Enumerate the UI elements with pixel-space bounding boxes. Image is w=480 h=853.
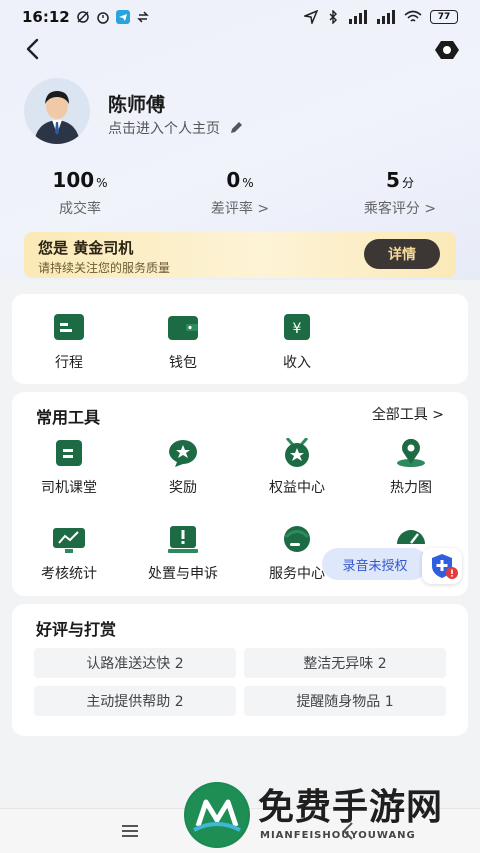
wallet-icon xyxy=(168,316,198,340)
classroom-icon xyxy=(56,440,82,466)
tool-heatmap[interactable]: 热力图 xyxy=(354,438,468,524)
avatar[interactable] xyxy=(24,78,90,144)
back-arrow-icon[interactable] xyxy=(20,36,46,62)
heatmap-icon xyxy=(397,438,425,467)
sync-icon xyxy=(136,11,149,23)
bluetooth-icon xyxy=(329,10,337,24)
gold-banner-title: 您是 黄金司机 xyxy=(38,239,134,257)
profile-link[interactable]: 点击进入个人主页 xyxy=(108,118,244,138)
battery-indicator: 77 xyxy=(430,10,458,24)
all-tools-link[interactable]: 全部工具 > xyxy=(372,404,444,424)
service-icon xyxy=(284,526,310,552)
assessment-icon xyxy=(53,528,85,553)
watermark-logo-icon xyxy=(184,782,250,848)
tool-assessment-stats[interactable]: 考核统计 xyxy=(12,524,126,610)
gold-driver-banner: 您是 黄金司机 请持续关注您的服务质量 详情 xyxy=(24,232,456,278)
telegram-icon xyxy=(115,10,130,24)
stat-bad-review-rate[interactable]: 0% 差评率 > xyxy=(160,168,320,218)
stat-label: 差评率 > xyxy=(210,201,270,217)
review-tag: 提醒随身物品 1 xyxy=(244,686,446,716)
quick-action-wallet[interactable]: 钱包 xyxy=(126,312,240,372)
shield-icon xyxy=(432,554,458,579)
safety-shield-button[interactable] xyxy=(422,548,462,584)
tools-title: 常用工具 xyxy=(36,408,101,427)
top-nav xyxy=(0,34,480,64)
profile-section[interactable]: 陈师傅 点击进入个人主页 xyxy=(24,78,464,144)
review-tag: 认路准送达快 2 xyxy=(34,648,236,678)
income-icon: ¥ xyxy=(284,314,310,340)
stat-label: 成交率 xyxy=(59,201,101,217)
cell-signal-2-icon xyxy=(377,10,395,24)
stat-label: 乘客评分 > xyxy=(363,201,437,217)
location-icon xyxy=(304,10,318,24)
reward-icon xyxy=(169,440,197,467)
edit-pencil-icon xyxy=(231,122,242,133)
cell-signal-icon xyxy=(349,10,367,24)
wifi-icon xyxy=(404,10,422,22)
quick-action-itinerary[interactable]: 行程 xyxy=(12,312,126,372)
tool-disposal-appeal[interactable]: 处置与申诉 xyxy=(126,524,240,610)
reviews-title: 好评与打赏 xyxy=(36,620,117,639)
watermark-text: 免费手游网 xyxy=(258,787,444,828)
tool-driver-classroom[interactable]: 司机课堂 xyxy=(12,438,126,524)
stat-passenger-rating[interactable]: 5分 乘客评分 > xyxy=(320,168,480,218)
profile-link-label: 点击进入个人主页 xyxy=(108,121,220,137)
menu-icon[interactable] xyxy=(120,823,140,839)
status-time: 16:12 xyxy=(22,8,70,26)
appeal-icon xyxy=(168,526,198,553)
gold-banner-subtitle: 请持续关注您的服务质量 xyxy=(38,261,171,275)
svg-text:¥: ¥ xyxy=(293,321,302,337)
watermark-subtext: MIANFEISHOUYOUWANG xyxy=(260,830,416,841)
details-button[interactable]: 详情 xyxy=(364,239,440,269)
stats-row: 100% 成交率 0% 差评率 > 5分 乘客评分 > xyxy=(0,168,480,218)
quick-actions-card: 行程 钱包 ¥ 收入 xyxy=(12,294,468,384)
status-bar: 16:12 77 xyxy=(0,0,480,34)
review-tag: 主动提供帮助 2 xyxy=(34,686,236,716)
alarm-icon xyxy=(97,12,109,24)
settings-hex-icon[interactable] xyxy=(434,37,460,63)
quick-action-income[interactable]: ¥ 收入 xyxy=(240,312,354,372)
recording-unauthorized-chip[interactable]: 录音未授权 xyxy=(322,548,428,580)
reviews-card: 好评与打赏 认路准送达快 2 整洁无异味 2 主动提供帮助 2 提醒随身物品 1 xyxy=(12,604,468,736)
stat-completion-rate: 100% 成交率 xyxy=(0,168,160,218)
tool-benefits-center[interactable]: 权益中心 xyxy=(240,438,354,524)
driver-avatar-icon xyxy=(24,78,90,144)
itinerary-icon xyxy=(54,314,84,340)
signal-off-icon xyxy=(77,11,89,23)
review-tag: 整洁无异味 2 xyxy=(244,648,446,678)
watermark: 免费手游网 MIANFEISHOUYOUWANG xyxy=(184,780,480,850)
tool-reward[interactable]: 奖励 xyxy=(126,438,240,524)
benefits-icon xyxy=(285,438,309,467)
driver-name: 陈师傅 xyxy=(108,94,166,116)
